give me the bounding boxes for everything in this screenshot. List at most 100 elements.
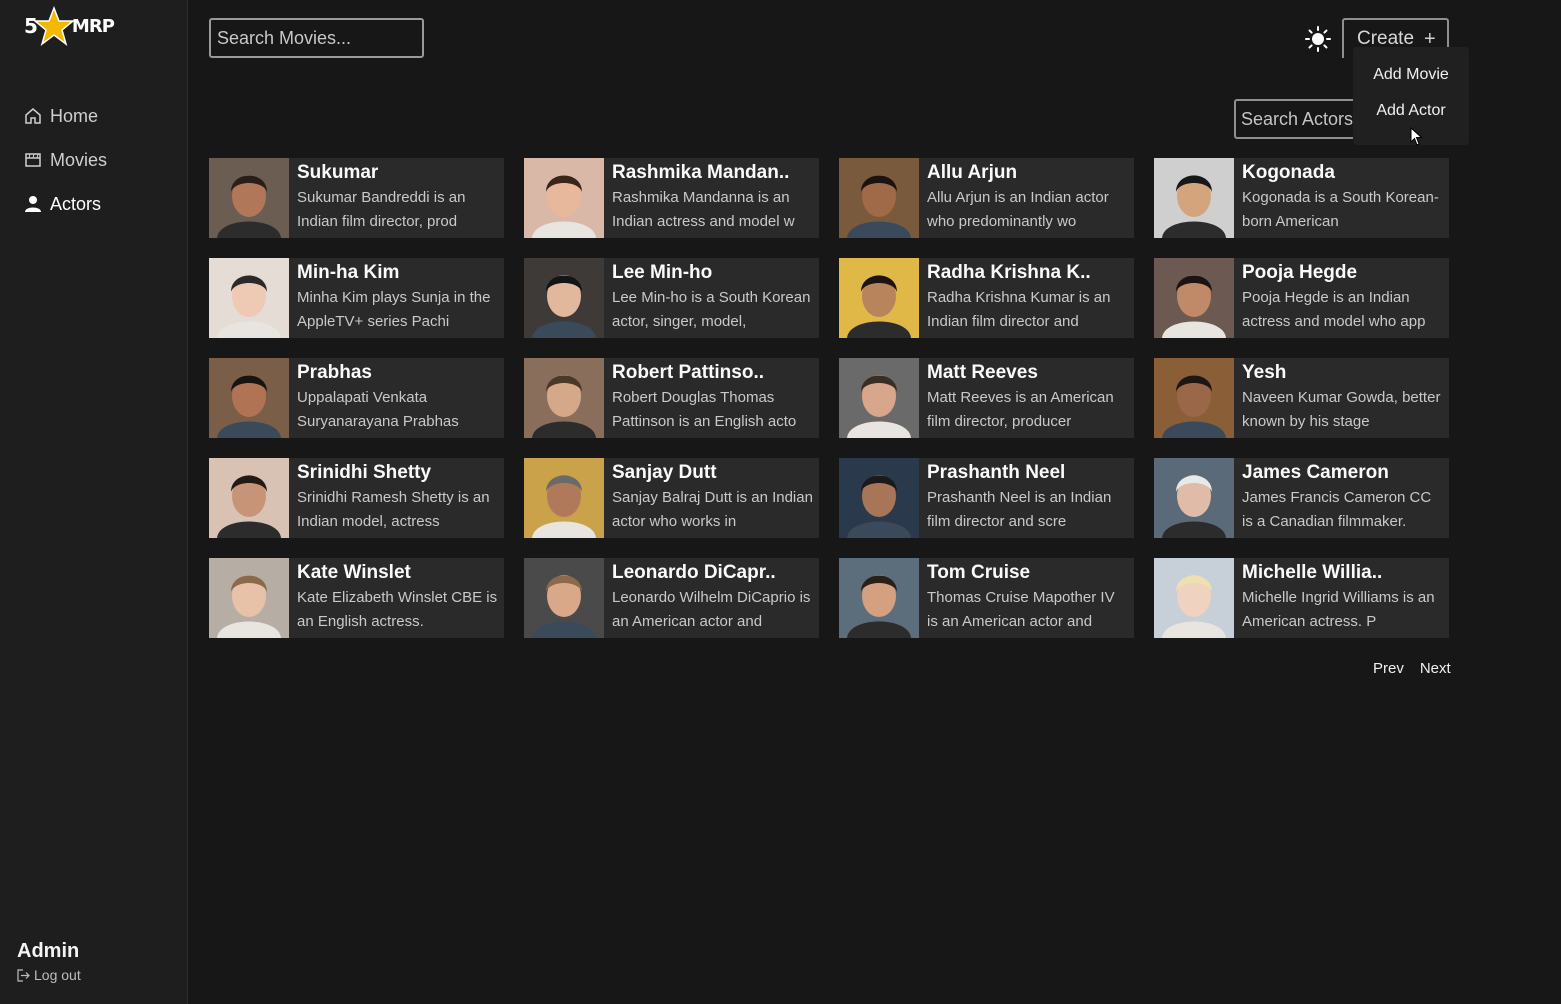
sidebar: 5 MRP Home Movies Actors Admin Log out [0, 0, 188, 1004]
actor-name: Kogonada [1242, 162, 1335, 183]
star-icon [33, 6, 74, 46]
actor-photo [524, 558, 604, 638]
actor-card[interactable]: Matt Reeves Matt Reeves is an American fi… [839, 358, 1134, 438]
user-icon [24, 195, 42, 213]
actor-photo [209, 558, 289, 638]
actor-card[interactable]: Tom Cruise Thomas Cruise Mapother IV is a… [839, 558, 1134, 638]
next-button[interactable]: Next [1420, 660, 1451, 677]
actor-description: Robert Douglas Thomas Pattinson is an En… [612, 389, 797, 430]
actor-photo [839, 458, 919, 538]
sidebar-item-actors[interactable]: Actors [24, 182, 107, 226]
app-logo[interactable]: 5 MRP [24, 6, 115, 46]
actor-card[interactable]: Michelle Willia.. Michelle Ingrid William… [1154, 558, 1449, 638]
actor-card[interactable]: Sanjay Dutt Sanjay Balraj Dutt is an Indi… [524, 458, 819, 538]
actor-name: Michelle Willia.. [1242, 562, 1383, 583]
sidebar-item-movies[interactable]: Movies [24, 138, 107, 182]
actor-card[interactable]: Leonardo DiCapr.. Leonardo Wilhelm DiCapr… [524, 558, 819, 638]
actor-card[interactable]: Min-ha Kim Minha Kim plays Sunja in the A… [209, 258, 504, 338]
prev-button[interactable]: Prev [1373, 660, 1404, 677]
actor-info: Min-ha Kim Minha Kim plays Sunja in the A… [289, 258, 504, 338]
actor-card[interactable]: Rashmika Mandan.. Rashmika Mandanna is an… [524, 158, 819, 238]
logo-text: MRP [71, 15, 115, 37]
actor-card[interactable]: Allu Arjun Allu Arjun is an Indian actor … [839, 158, 1134, 238]
sidebar-item-label: Actors [50, 193, 102, 214]
actor-card[interactable]: Sukumar Sukumar Bandreddi is an Indian fi… [209, 158, 504, 238]
add-movie-menu-item[interactable]: Add Movie [1353, 57, 1469, 93]
actor-photo [1154, 258, 1234, 338]
actor-info: Robert Pattinso.. Robert Douglas Thomas P… [604, 358, 819, 438]
actor-info: Allu Arjun Allu Arjun is an Indian actor … [919, 158, 1134, 238]
actor-photo [209, 158, 289, 238]
actor-photo [1154, 358, 1234, 438]
actor-info: Sukumar Sukumar Bandreddi is an Indian fi… [289, 158, 504, 238]
actor-info: Rashmika Mandan.. Rashmika Mandanna is an… [604, 158, 819, 238]
actor-description: Kate Elizabeth Winslet CBE is an English… [297, 589, 498, 630]
actor-name: Robert Pattinso.. [612, 362, 765, 383]
actor-info: Kate Winslet Kate Elizabeth Winslet CBE i… [289, 558, 504, 638]
actor-name: Sukumar [297, 162, 379, 183]
actor-name: Radha Krishna K.. [927, 262, 1091, 283]
actor-photo [839, 358, 919, 438]
actor-card[interactable]: Yesh Naveen Kumar Gowda, better known by … [1154, 358, 1449, 438]
user-name: Admin [17, 940, 80, 962]
actor-info: Prashanth Neel Prashanth Neel is an India… [919, 458, 1134, 538]
actor-photo [1154, 158, 1234, 238]
actor-name: Srinidhi Shetty [297, 462, 432, 483]
actor-description: Radha Krishna Kumar is an Indian film di… [927, 289, 1111, 330]
actor-card[interactable]: Radha Krishna K.. Radha Krishna Kumar is … [839, 258, 1134, 338]
actors-grid: Sukumar Sukumar Bandreddi is an Indian fi… [209, 158, 1449, 638]
actor-name: Leonardo DiCapr.. [612, 562, 776, 583]
actor-photo [1154, 458, 1234, 538]
sidebar-nav: Home Movies Actors [24, 94, 107, 226]
actor-photo [524, 358, 604, 438]
actor-description: Allu Arjun is an Indian actor who predom… [927, 189, 1109, 230]
actor-info: Sanjay Dutt Sanjay Balraj Dutt is an Indi… [604, 458, 819, 538]
actor-card[interactable]: James Cameron James Francis Cameron CC is… [1154, 458, 1449, 538]
actor-description: Michelle Ingrid Williams is an American … [1242, 589, 1435, 630]
actor-description: Pooja Hegde is an Indian actress and mod… [1242, 289, 1426, 330]
actor-info: Prabhas Uppalapati Venkata Suryanarayana … [289, 358, 504, 438]
actor-info: Tom Cruise Thomas Cruise Mapother IV is a… [919, 558, 1134, 638]
logout-icon [17, 968, 30, 982]
search-actors-input[interactable] [1234, 99, 1364, 139]
actor-photo [209, 258, 289, 338]
search-movies-input[interactable] [209, 18, 424, 58]
actor-info: Lee Min-ho Lee Min-ho is a South Korean a… [604, 258, 819, 338]
actor-description: Lee Min-ho is a South Korean actor, sing… [612, 289, 811, 330]
actor-description: Thomas Cruise Mapother IV is an American… [927, 589, 1115, 630]
actor-card[interactable]: Robert Pattinso.. Robert Douglas Thomas P… [524, 358, 819, 438]
sidebar-item-label: Movies [50, 149, 108, 170]
mouse-cursor-icon [1410, 127, 1423, 146]
actor-name: Pooja Hegde [1242, 262, 1358, 283]
actor-card[interactable]: Pooja Hegde Pooja Hegde is an Indian actr… [1154, 258, 1449, 338]
actor-card[interactable]: Kate Winslet Kate Elizabeth Winslet CBE i… [209, 558, 504, 638]
actor-info: Matt Reeves Matt Reeves is an American fi… [919, 358, 1134, 438]
logout-button[interactable]: Log out [17, 967, 81, 983]
actor-description: Rashmika Mandanna is an Indian actress a… [612, 189, 795, 230]
actor-name: Tom Cruise [927, 562, 1031, 583]
actor-name: Kate Winslet [297, 562, 411, 583]
sidebar-item-label: Home [50, 105, 99, 126]
theme-toggle-button[interactable] [1305, 26, 1331, 52]
user-panel: Admin Log out [17, 940, 81, 983]
actor-name: Lee Min-ho [612, 262, 713, 283]
actor-card[interactable]: Srinidhi Shetty Srinidhi Ramesh Shetty is… [209, 458, 504, 538]
actor-info: Pooja Hegde Pooja Hegde is an Indian actr… [1234, 258, 1449, 338]
actor-description: Leonardo Wilhelm DiCaprio is an American… [612, 589, 811, 630]
sidebar-item-home[interactable]: Home [24, 94, 107, 138]
actor-description: Prashanth Neel is an Indian film directo… [927, 489, 1112, 530]
actor-card[interactable]: Lee Min-ho Lee Min-ho is a South Korean a… [524, 258, 819, 338]
actor-photo [209, 358, 289, 438]
actor-card[interactable]: Prabhas Uppalapati Venkata Suryanarayana … [209, 358, 504, 438]
actor-photo [209, 458, 289, 538]
actor-info: Leonardo DiCapr.. Leonardo Wilhelm DiCapr… [604, 558, 819, 638]
home-icon [24, 107, 42, 125]
actor-name: Min-ha Kim [297, 262, 400, 283]
actor-info: James Cameron James Francis Cameron CC is… [1234, 458, 1449, 538]
actor-card[interactable]: Prashanth Neel Prashanth Neel is an India… [839, 458, 1134, 538]
add-actor-menu-item[interactable]: Add Actor [1353, 93, 1469, 129]
sun-icon [1305, 26, 1331, 52]
film-icon [24, 151, 42, 169]
actor-card[interactable]: Kogonada Kogonada is a South Korean-born … [1154, 158, 1449, 238]
actor-info: Kogonada Kogonada is a South Korean-born … [1234, 158, 1449, 238]
